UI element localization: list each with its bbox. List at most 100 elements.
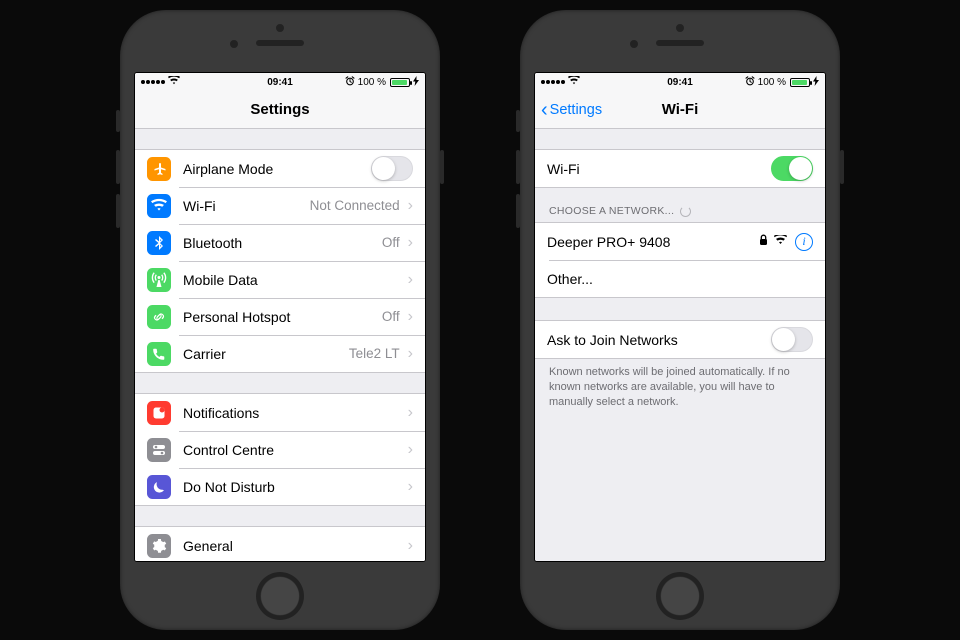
row-label: Notifications bbox=[183, 405, 404, 421]
battery-percent: 100 % bbox=[758, 77, 786, 88]
toggle[interactable] bbox=[371, 156, 413, 181]
battery-icon bbox=[390, 78, 410, 87]
camera bbox=[230, 40, 238, 48]
charging-icon bbox=[813, 76, 819, 88]
phone-left: 09:41 100 % Settings Airplane ModeWi-FiN… bbox=[120, 10, 440, 630]
screen-wifi: 09:41 100 % ‹ Settings Wi-Fi bbox=[534, 72, 826, 562]
volume-up bbox=[516, 150, 520, 184]
choose-network-label: CHOOSE A NETWORK... bbox=[549, 205, 674, 217]
other-label: Other... bbox=[547, 271, 813, 287]
volume-down bbox=[516, 194, 520, 228]
wifi-status-icon bbox=[168, 76, 180, 88]
chevron-right-icon: › bbox=[408, 271, 413, 289]
settings-row-bluetooth[interactable]: BluetoothOff › bbox=[135, 224, 425, 261]
volume-down bbox=[116, 194, 120, 228]
chevron-right-icon: › bbox=[408, 234, 413, 252]
camera bbox=[630, 40, 638, 48]
phone-right: 09:41 100 % ‹ Settings Wi-Fi bbox=[520, 10, 840, 630]
ask-toggle[interactable] bbox=[771, 327, 813, 352]
row-value: Not Connected bbox=[310, 198, 400, 213]
signal-dots-icon bbox=[541, 80, 565, 84]
gear-icon bbox=[147, 534, 171, 558]
chevron-right-icon: › bbox=[408, 404, 413, 422]
wifi-toggle-row[interactable]: Wi-Fi bbox=[535, 150, 825, 187]
settings-content[interactable]: Airplane ModeWi-FiNot Connected›Bluetoot… bbox=[135, 129, 425, 561]
row-label: Carrier bbox=[183, 346, 349, 362]
chevron-right-icon: › bbox=[408, 478, 413, 496]
bell-icon bbox=[147, 401, 171, 425]
power-button bbox=[840, 150, 844, 184]
row-label: Control Centre bbox=[183, 442, 404, 458]
settings-row-personal-hotspot[interactable]: Personal HotspotOff › bbox=[135, 298, 425, 335]
settings-row-notifications[interactable]: Notifications› bbox=[135, 394, 425, 431]
spinner-icon bbox=[680, 206, 691, 217]
chevron-right-icon: › bbox=[408, 197, 413, 215]
chevron-left-icon: ‹ bbox=[541, 100, 548, 120]
settings-row-mobile-data[interactable]: Mobile Data› bbox=[135, 261, 425, 298]
settings-row-carrier[interactable]: CarrierTele2 LT› bbox=[135, 335, 425, 372]
page-title: Settings bbox=[250, 101, 309, 118]
ask-label: Ask to Join Networks bbox=[547, 332, 771, 348]
row-label: Wi-Fi bbox=[183, 198, 310, 214]
page-title: Wi-Fi bbox=[662, 101, 699, 118]
phone-icon bbox=[147, 342, 171, 366]
settings-row-control-centre[interactable]: Control Centre› bbox=[135, 431, 425, 468]
wifi-label: Wi-Fi bbox=[547, 161, 771, 177]
alarm-icon bbox=[345, 76, 355, 89]
speaker bbox=[256, 40, 304, 46]
status-time: 09:41 bbox=[267, 77, 293, 88]
row-label: Do Not Disturb bbox=[183, 479, 404, 495]
antenna-icon bbox=[147, 268, 171, 292]
speaker bbox=[656, 40, 704, 46]
row-value: Off bbox=[382, 309, 400, 324]
info-icon[interactable]: i bbox=[795, 233, 813, 251]
battery-percent: 100 % bbox=[358, 77, 386, 88]
nav-bar: ‹ Settings Wi-Fi bbox=[535, 91, 825, 129]
settings-row-wi-fi[interactable]: Wi-FiNot Connected › bbox=[135, 187, 425, 224]
home-button[interactable] bbox=[656, 572, 704, 620]
wifi-status-icon bbox=[568, 76, 580, 88]
volume-up bbox=[116, 150, 120, 184]
wifi-toggle[interactable] bbox=[771, 156, 813, 181]
wifi-content[interactable]: Wi-Fi CHOOSE A NETWORK... Deeper PRO+ 94… bbox=[535, 129, 825, 561]
bluetooth-icon bbox=[147, 231, 171, 255]
charging-icon bbox=[413, 76, 419, 88]
other-network-row[interactable]: Other... bbox=[535, 260, 825, 297]
home-button[interactable] bbox=[256, 572, 304, 620]
wifi-signal-icon bbox=[774, 235, 787, 248]
row-label: Personal Hotspot bbox=[183, 309, 382, 325]
nav-bar: Settings bbox=[135, 91, 425, 129]
mute-switch bbox=[516, 110, 520, 132]
sensor bbox=[276, 24, 284, 32]
row-label: Bluetooth bbox=[183, 235, 382, 251]
network-name: Deeper PRO+ 9408 bbox=[547, 234, 759, 250]
status-time: 09:41 bbox=[667, 77, 693, 88]
moon-icon bbox=[147, 475, 171, 499]
choose-network-header: CHOOSE A NETWORK... bbox=[535, 200, 825, 222]
alarm-icon bbox=[745, 76, 755, 89]
settings-row-do-not-disturb[interactable]: Do Not Disturb› bbox=[135, 468, 425, 505]
row-value: Off bbox=[382, 235, 400, 250]
ask-footer-text: Known networks will be joined automatica… bbox=[535, 359, 825, 416]
link-icon bbox=[147, 305, 171, 329]
row-label: Mobile Data bbox=[183, 272, 404, 288]
chevron-right-icon: › bbox=[408, 537, 413, 555]
back-label: Settings bbox=[550, 102, 602, 118]
ask-to-join-row[interactable]: Ask to Join Networks bbox=[535, 321, 825, 358]
settings-row-airplane-mode[interactable]: Airplane Mode bbox=[135, 150, 425, 187]
lock-icon bbox=[759, 234, 768, 249]
sensor bbox=[676, 24, 684, 32]
row-label: General bbox=[183, 538, 404, 554]
airplane-icon bbox=[147, 157, 171, 181]
switches-icon bbox=[147, 438, 171, 462]
chevron-right-icon: › bbox=[408, 441, 413, 459]
row-value: Tele2 LT bbox=[349, 346, 400, 361]
battery-icon bbox=[790, 78, 810, 87]
chevron-right-icon: › bbox=[408, 308, 413, 326]
back-button[interactable]: ‹ Settings bbox=[541, 91, 602, 128]
network-row[interactable]: Deeper PRO+ 9408 i bbox=[535, 223, 825, 260]
mute-switch bbox=[116, 110, 120, 132]
screen-settings: 09:41 100 % Settings Airplane ModeWi-FiN… bbox=[134, 72, 426, 562]
power-button bbox=[440, 150, 444, 184]
settings-row-general[interactable]: General› bbox=[135, 527, 425, 561]
